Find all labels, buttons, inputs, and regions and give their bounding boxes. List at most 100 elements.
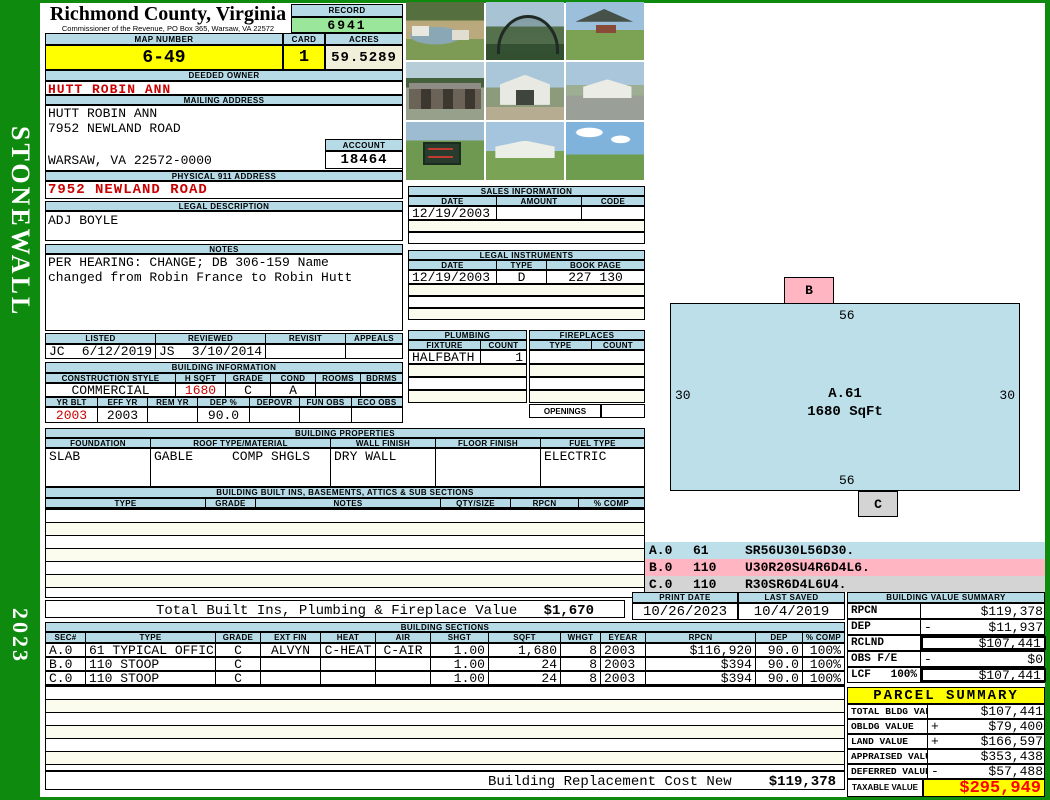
ecoobs-label: ECO OBS	[352, 398, 402, 406]
building-section-row-a: A.0 61 TYPICAL OFFICE C ALVYN C-HEAT C-A…	[45, 643, 845, 657]
fireplace-count-label: COUNT	[592, 341, 644, 349]
parcel-row-obldg: OBLDG VALUE + $79,400	[847, 719, 1045, 734]
plumbing-row-3	[408, 377, 527, 390]
print-date-value: 10/26/2023	[632, 603, 738, 620]
floor-finish-value	[436, 449, 541, 486]
roof-value: GABLE COMP SHGLS	[151, 449, 331, 486]
roof-label: ROOF TYPE/MATERIAL	[151, 439, 331, 447]
builtins-grade-label: GRADE	[206, 499, 256, 507]
replacement-cost-value: $119,378	[768, 774, 836, 790]
last-saved-value: 10/4/2019	[738, 603, 845, 620]
yrblt-value: 2003	[46, 408, 98, 422]
built-ins-total-value: $1,670	[543, 603, 594, 619]
funobs-label: FUN OBS	[300, 398, 352, 406]
account-label: ACCOUNT	[325, 139, 403, 151]
mailing-line-1: HUTT ROBIN ANN	[48, 106, 158, 121]
hsqft-label: H SQFT	[176, 374, 226, 382]
sales-information-title: SALES INFORMATION	[408, 186, 645, 196]
sketch-dim-bottom: 56	[839, 473, 855, 488]
record-value: 6941	[291, 17, 403, 33]
acres-label: ACRES	[325, 33, 403, 45]
parcel-row-land: LAND VALUE + $166,597	[847, 734, 1045, 749]
construction-style-value: COMMERCIAL	[46, 384, 176, 396]
mailing-line-2: 7952 NEWLAND ROAD	[48, 121, 181, 136]
bs-shgt-label: SHGT	[431, 633, 489, 642]
sketch-legend-row-c: C.0 110 R30SR6D4L6U4.	[645, 576, 1045, 592]
bs-sqft-label: SQFT	[489, 633, 561, 642]
sketch-dim-top: 56	[839, 308, 855, 323]
effyr-value: 2003	[98, 408, 148, 422]
last-saved-label: LAST SAVED	[738, 592, 845, 603]
bvs-row-obs: OBS F/E - $0	[847, 651, 1045, 667]
sales-code-label: CODE	[582, 197, 644, 205]
parcel-summary-title: PARCEL SUMMARY	[847, 687, 1045, 704]
foundation-value: SLAB	[46, 449, 151, 486]
bs-extfin-label: EXT FIN	[261, 633, 321, 642]
building-info-header-1: CONSTRUCTION STYLE H SQFT GRADE COND ROO…	[45, 373, 403, 383]
legal-bookpage-value: 227 130	[568, 271, 623, 283]
cond-label: COND	[271, 374, 316, 382]
appeals-label: APPEALS	[346, 334, 402, 343]
building-sections-title: BUILDING SECTIONS	[45, 622, 845, 632]
builtins-comp-label: % COMP	[579, 499, 644, 507]
building-info-header-2: YR BLT EFF YR REM YR DEP % DEPOVR FUN OB…	[45, 397, 403, 407]
building-value-summary-title: BUILDING VALUE SUMMARY	[847, 592, 1045, 603]
deeded-owner-label: DEEDED OWNER	[45, 70, 403, 81]
mailing-address-label: MAILING ADDRESS	[45, 95, 403, 105]
property-photo-field	[566, 122, 644, 180]
sales-amount-value	[497, 207, 582, 219]
sketch-section-b: B	[784, 277, 834, 304]
revisit-label: REVISIT	[266, 334, 346, 343]
properties-header-row: FOUNDATION ROOF TYPE/MATERIAL WALL FINIS…	[45, 438, 645, 448]
plumbing-row-2	[408, 364, 527, 377]
legal-row-4	[408, 308, 645, 320]
sales-date-value: 12/19/2003	[409, 207, 497, 219]
bs-sec-label: SEC#	[46, 633, 86, 642]
property-photo-house	[486, 122, 564, 180]
sketch-main-section: 56 30 30 A.61 1680 SqFt 56	[670, 303, 1020, 491]
acres-value: 59.5289	[325, 45, 403, 70]
yrblt-label: YR BLT	[46, 398, 98, 406]
sales-date-label: DATE	[409, 197, 497, 205]
revisit-value	[266, 345, 346, 358]
parcel-row-appraised: APPRAISED VALUE $353,438	[847, 749, 1045, 764]
wall-finish-value: DRY WALL	[331, 449, 436, 486]
physical-address-label: PHYSICAL 911 ADDRESS	[45, 171, 403, 181]
legal-bookpage-label: BOOK PAGE	[547, 261, 644, 269]
property-photo-dome-frame	[486, 2, 564, 60]
dep-pct-value: 90.0	[198, 408, 250, 422]
fireplaces-row-2	[529, 364, 645, 377]
building-info-values-1: COMMERCIAL 1680 C A	[45, 383, 403, 397]
legal-description-label: LEGAL DESCRIPTION	[45, 201, 403, 211]
builtins-notes-label: NOTES	[256, 499, 441, 507]
fixture-label: FIXTURE	[409, 341, 481, 349]
bs-dep-label: DEP	[756, 633, 803, 642]
county-title: Richmond County, Virginia	[49, 3, 287, 25]
property-photo-sign	[406, 122, 484, 180]
bs-eyear-label: EYEAR	[601, 633, 646, 642]
built-ins-total-label: Total Built Ins, Plumbing & Fireplace Va…	[156, 603, 518, 619]
sidebar-district-label: STONEWALL	[6, 126, 35, 318]
legal-instruments-title: LEGAL INSTRUMENTS	[408, 250, 645, 260]
cond-value: A	[271, 384, 316, 396]
builtins-type-label: TYPE	[46, 499, 206, 507]
plumbing-row-4	[408, 390, 527, 403]
sketch-area-sqft: 1680 SqFt	[807, 404, 883, 420]
parcel-row-total-bldg: TOTAL BLDG VALUE $107,441	[847, 704, 1045, 719]
legal-row-1: 12/19/2003 D 227 130	[408, 270, 645, 284]
wall-finish-label: WALL FINISH	[331, 439, 436, 447]
dep-pct-label: DEP %	[198, 398, 250, 406]
appeals-value	[346, 345, 402, 358]
plumbing-header-row: FIXTURE COUNT	[408, 340, 527, 350]
property-photo-white-shed	[486, 62, 564, 120]
built-ins-empty-rows	[45, 508, 645, 598]
print-date-label: PRINT DATE	[632, 592, 738, 603]
openings-label: OPENINGS	[529, 404, 601, 418]
fireplaces-title: FIREPLACES	[529, 330, 645, 340]
map-number-value: 6-49	[45, 45, 283, 70]
sales-row-1: 12/19/2003	[408, 206, 645, 220]
built-ins-title: BUILDING BUILT INS, BASEMENTS, ATTICS & …	[45, 487, 645, 498]
legal-date-value: 12/19/2003	[409, 271, 497, 283]
map-number-label: MAP NUMBER	[45, 33, 283, 45]
account-value: 18464	[325, 151, 403, 169]
